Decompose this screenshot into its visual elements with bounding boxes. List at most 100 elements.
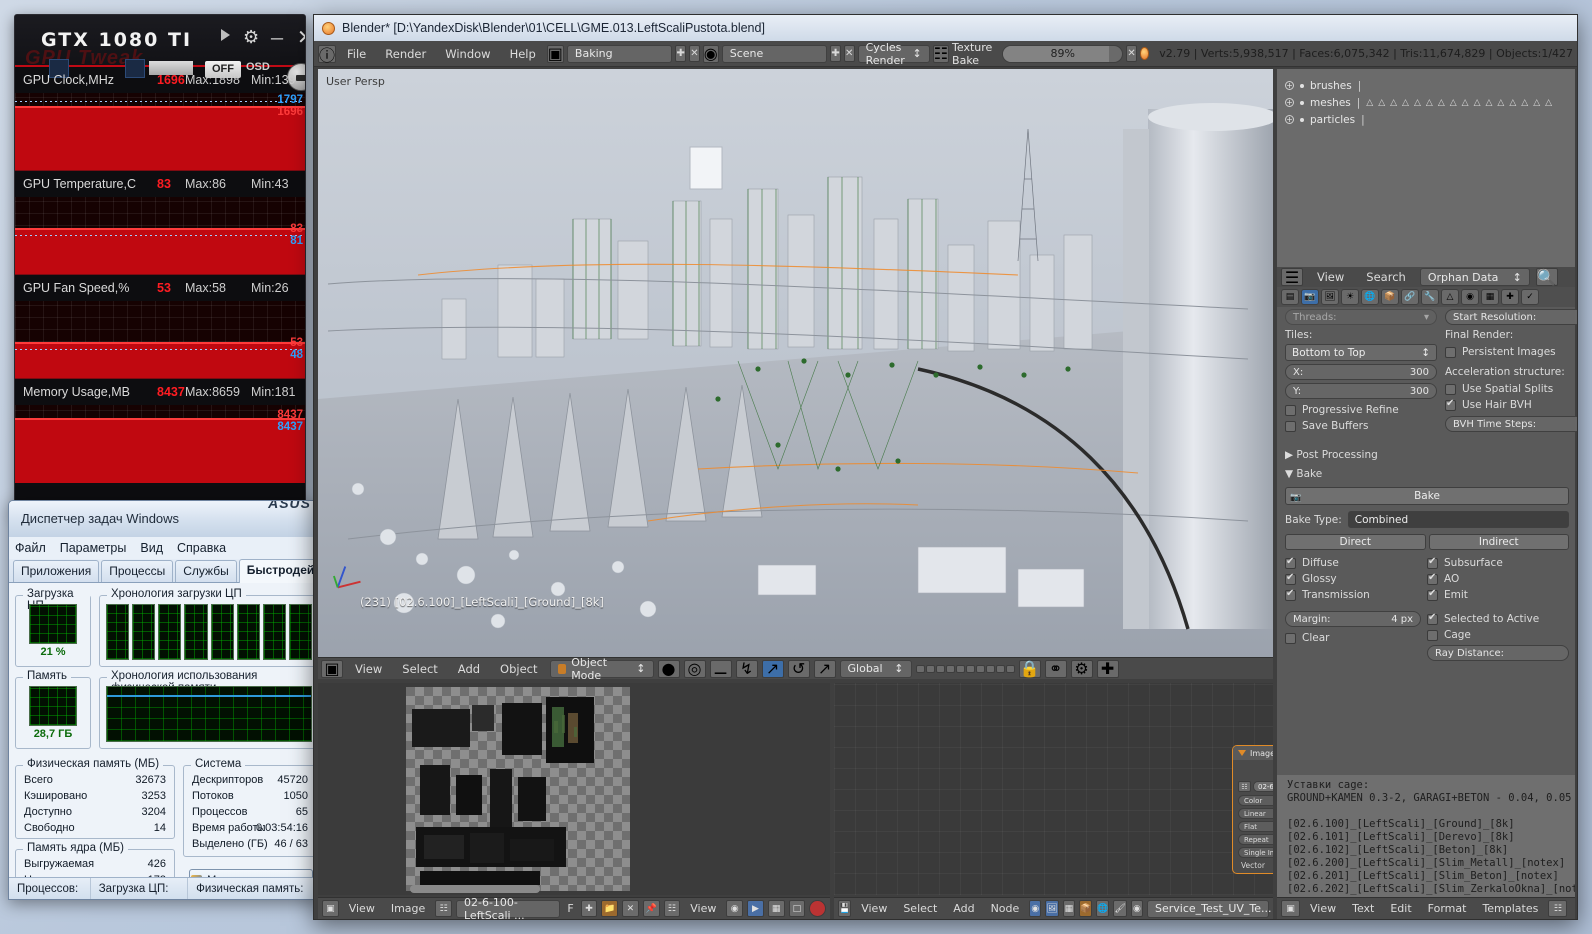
properties-editor[interactable]: ☰ View Search Orphan Data↕ 🔍 ▤ 📷 🖼 ☀ 🌐 [1277,267,1577,775]
bake-button[interactable]: 📷 Bake [1285,487,1569,505]
viewport-shading-icon[interactable]: ● [657,659,680,678]
clear-checkbox[interactable]: Clear [1285,630,1421,646]
properties-menu-search[interactable]: Search [1358,268,1414,286]
outliner-editor[interactable]: + brushes | + meshes | △△△△△△△△△△△△△△△△ … [1277,69,1575,267]
lock-layers-icon[interactable]: 🔒 [1018,659,1041,678]
start-resolution-field[interactable]: Start Resolution: [1445,309,1577,325]
text-menu-format[interactable]: Format [1422,902,1473,915]
tab-modifiers-icon[interactable]: 🔧 [1421,289,1439,305]
bake-type-row[interactable]: Bake Type: Combined [1285,511,1569,528]
add-scene-icon[interactable]: ✚ [830,45,841,62]
checkbox-icon[interactable] [1427,629,1438,641]
outliner-row[interactable]: + meshes | △△△△△△△△△△△△△△△△ [1277,94,1575,111]
tab-physics-icon[interactable]: ✓ [1521,289,1539,305]
scene-layers-grid[interactable] [915,664,1015,673]
editor-type-icon[interactable]: ▣ [321,659,343,678]
minimize-icon[interactable]: ─ [271,29,283,49]
uv-display-channel-icon[interactable]: ◉ [726,900,744,917]
checkbox-icon[interactable] [1285,632,1296,644]
menu-item-file[interactable]: Файл [15,541,46,555]
tab-applications[interactable]: Приложения [13,560,100,582]
image-browse-icon[interactable]: ☷ [435,900,452,917]
viewport-3d[interactable]: User Persp (231) [02.6.100]_[LeftScali]_… [318,69,1273,679]
menu-item-options[interactable]: Параметры [60,541,127,555]
checkbox-icon[interactable] [1285,588,1296,601]
checkbox-icon[interactable] [1445,346,1456,358]
tab-object-icon[interactable]: 📦 [1381,289,1399,305]
bake-type-dropdown[interactable]: Combined [1347,511,1569,528]
use-hair-bvh-checkbox[interactable]: Use Hair BVH [1445,397,1577,413]
viewport-menu-view[interactable]: View [347,660,390,678]
cancel-job-icon[interactable]: ✕ [1126,45,1137,62]
use-spatial-splits-checkbox[interactable]: Use Spatial Splits [1445,381,1577,397]
uv-snap-icon[interactable]: ▦ [767,900,785,917]
add-viewport-icon[interactable]: ✚ [1096,659,1119,678]
material-browse-icon[interactable]: ◉ [1130,900,1144,917]
transform-orientation-selector[interactable]: Global ↕ [839,659,912,678]
delete-scene-icon[interactable]: ✕ [843,45,855,62]
open-image-icon[interactable]: 📁 [601,900,619,917]
menu-item-help[interactable]: Справка [177,541,226,555]
compositing-type-icon[interactable]: 🖼 [1045,900,1059,917]
glossy-checkbox[interactable]: Glossy [1285,571,1427,587]
tile-order-dropdown[interactable]: Bottom to Top ↕ [1285,344,1437,361]
uv-menu-image[interactable]: Image [385,902,431,915]
editor-type-icon[interactable]: ☰ [1281,268,1303,287]
tab-services[interactable]: Службы [175,560,237,582]
tab-performance[interactable]: Быстродействие [238,559,317,583]
tab-processes[interactable]: Процессы [101,560,174,582]
snap-icon[interactable]: ⚊ [709,659,732,678]
editor-type-icon[interactable]: 💾 [838,900,852,917]
uv-image-canvas[interactable] [406,687,630,891]
uv-proportional-icon[interactable]: □ [788,900,806,917]
checkbox-icon[interactable] [1285,404,1296,416]
tab-scene-icon[interactable]: ☀ [1341,289,1359,305]
editor-type-icon[interactable]: ▣ [1281,900,1300,917]
uv-fake-user-toggle[interactable]: F [564,902,576,915]
direct-toggle[interactable]: Direct [1285,534,1426,550]
tab-render-icon[interactable]: 📷 [1301,289,1319,305]
node-editor[interactable]: Image Texture Color Alpha ☷ 02-6-100-Lef… [834,683,1273,895]
menu-file[interactable]: File [339,45,374,63]
checkbox-icon[interactable] [1285,572,1296,585]
ao-checkbox[interactable]: AO [1427,571,1569,587]
node-menu-node[interactable]: Node [985,902,1026,915]
uv-menu-view[interactable]: View [343,902,381,915]
tile-x-field[interactable]: X: 300 [1285,364,1437,380]
node-menu-view[interactable]: View [855,902,893,915]
pivot-point-icon[interactable]: ◎ [683,659,706,678]
tab-data-icon[interactable]: △ [1441,289,1459,305]
search-icon[interactable]: 🔍 [1535,268,1558,287]
scale-manipulator-icon[interactable]: ↗ [813,659,836,678]
progressive-refine-checkbox[interactable]: Progressive Refine [1285,402,1437,418]
delete-layout-icon[interactable]: ✕ [689,45,700,62]
text-datablock-icon[interactable]: ☷ [1548,900,1568,917]
brush-shader-icon[interactable]: 🖌 [1113,900,1127,917]
interaction-mode-selector[interactable]: Object Mode ↕ [549,656,654,679]
proportional-edit-icon[interactable]: ⚭ [1044,659,1067,678]
checkbox-icon[interactable] [1427,612,1438,625]
gear-icon[interactable]: ⚙ [243,27,259,48]
uv-image-editor[interactable] [318,683,830,895]
tab-material-icon[interactable]: ◉ [1461,289,1479,305]
menu-item-view[interactable]: Вид [140,541,163,555]
text-menu-view[interactable]: View [1304,902,1342,915]
bvh-time-steps-field[interactable]: BVH Time Steps: [1445,416,1577,432]
screen-layout-field[interactable]: Baking [566,44,673,63]
viewport-menu-add[interactable]: Add [450,660,488,678]
view-mode-icon[interactable]: ☷ [663,900,681,917]
editor-type-icon[interactable]: ⓘ [318,44,337,65]
uv-image-name-field[interactable]: 02-6-100-LeftScali ... [456,896,561,919]
expand-icon[interactable]: + [1285,115,1294,124]
render-preview-icon[interactable]: ⚙ [1070,659,1093,678]
text-menu-templates[interactable]: Templates [1476,902,1544,915]
scene-field[interactable]: Scene [721,44,828,63]
close-icon[interactable]: ✕ [297,25,305,50]
scene-browse-icon[interactable]: ◉ [702,44,719,63]
shader-type-icon[interactable]: ◉ [1029,900,1042,917]
pin-icon[interactable]: 📌 [642,900,660,917]
object-shader-icon[interactable]: 📦 [1079,900,1093,917]
viewport-menu-object[interactable]: Object [492,660,545,678]
persistent-images-checkbox[interactable]: Persistent Images [1445,344,1577,360]
checkbox-icon[interactable] [1445,383,1456,395]
